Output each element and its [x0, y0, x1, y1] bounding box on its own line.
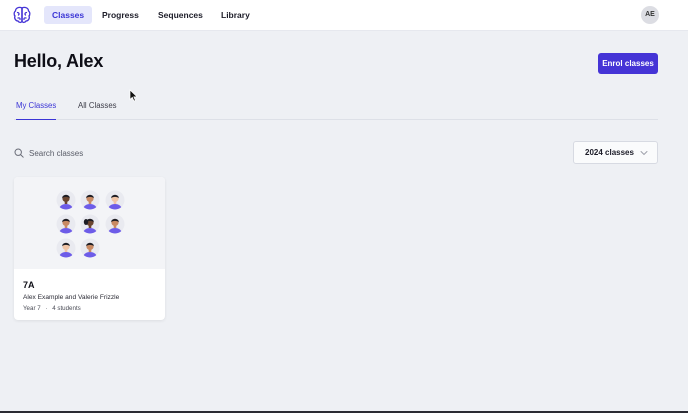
class-student-count: 4 students [52, 305, 81, 312]
student-avatar-icon [56, 214, 76, 234]
class-year: Year 7 [23, 305, 41, 312]
brain-icon[interactable] [12, 5, 32, 25]
nav-item-sequences[interactable]: Sequences [150, 6, 211, 24]
class-meta: Year 7 · 4 students [23, 305, 81, 312]
user-avatar[interactable]: AE [641, 6, 659, 24]
top-navigation-bar: Classes Progress Sequences Library AE [0, 0, 688, 31]
class-card[interactable]: 7A Alex Example and Valerie Frizzle Year… [14, 177, 165, 320]
class-students-illustration [14, 177, 165, 269]
student-avatar-icon [80, 214, 100, 234]
nav-item-classes[interactable]: Classes [44, 6, 93, 24]
nav-item-library[interactable]: Library [213, 6, 258, 24]
search-icon [14, 148, 24, 158]
student-avatar-icon [80, 190, 100, 210]
student-avatar-icon [80, 238, 100, 258]
class-teachers: Alex Example and Valerie Frizzle [23, 294, 120, 301]
search-input[interactable] [29, 145, 209, 161]
student-avatar-icon [56, 238, 76, 258]
meta-separator: · [45, 305, 48, 312]
tab-my-classes[interactable]: My Classes [16, 101, 57, 120]
class-name: 7A [23, 280, 35, 290]
class-tabs: My Classes All Classes [14, 96, 658, 120]
chevron-down-icon [640, 151, 648, 156]
page-title: Hello, Alex [14, 51, 104, 71]
enrol-classes-button[interactable]: Enrol classes [598, 53, 658, 74]
student-avatar-icon [56, 190, 76, 210]
nav-item-progress[interactable]: Progress [94, 6, 147, 24]
year-filter-value: 2024 classes [585, 148, 634, 157]
student-avatar-icon [105, 190, 125, 210]
mouse-pointer-icon [129, 89, 138, 102]
tab-all-classes[interactable]: All Classes [78, 101, 117, 120]
year-filter-select[interactable]: 2024 classes [573, 141, 658, 164]
student-avatar-icon [105, 214, 125, 234]
